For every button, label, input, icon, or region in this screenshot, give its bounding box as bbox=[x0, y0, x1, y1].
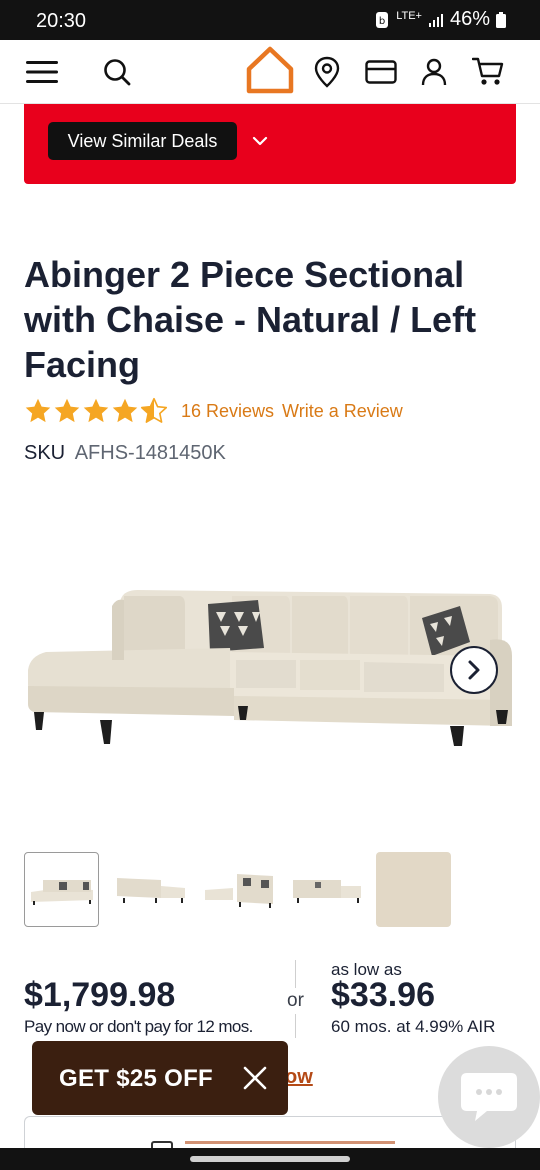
similar-deals-banner: View Similar Deals bbox=[24, 104, 516, 184]
chevron-down-icon[interactable] bbox=[248, 129, 272, 153]
thumbnail-1[interactable] bbox=[24, 852, 99, 927]
star-half-icon bbox=[140, 397, 168, 423]
site-header bbox=[0, 40, 540, 104]
product-image[interactable] bbox=[20, 560, 520, 760]
write-review-link[interactable]: Write a Review bbox=[282, 401, 403, 422]
sku-line: SKU AFHS-1481450K bbox=[24, 442, 226, 465]
thumbnail-strip bbox=[24, 852, 451, 927]
network-label: LTE+ bbox=[396, 10, 422, 22]
close-icon[interactable] bbox=[242, 1065, 268, 1091]
promo-popup[interactable]: GET $25 OFF bbox=[32, 1041, 288, 1115]
chat-button[interactable] bbox=[438, 1046, 540, 1148]
status-time: 20:30 bbox=[36, 10, 87, 32]
star-full-icon bbox=[25, 398, 51, 423]
star-full-icon bbox=[54, 398, 80, 423]
thumbnail-3[interactable] bbox=[200, 852, 275, 927]
rating-row: 16 Reviews Write a Review bbox=[24, 396, 403, 426]
star-full-icon bbox=[83, 398, 109, 423]
partial-link[interactable]: ow bbox=[285, 1066, 313, 1089]
search-icon[interactable] bbox=[97, 52, 137, 92]
home-handle[interactable] bbox=[190, 1156, 350, 1162]
product-title: Abinger 2 Piece Sectional with Chaise - … bbox=[24, 254, 477, 385]
card-link-fragment bbox=[185, 1141, 395, 1144]
battery-percent: 46% bbox=[449, 8, 490, 30]
promo-label: GET $25 OFF bbox=[59, 1065, 214, 1092]
thumbnail-fabric-swatch[interactable] bbox=[376, 852, 451, 927]
svg-text:b: b bbox=[379, 16, 385, 27]
system-nav-bar bbox=[0, 1148, 540, 1170]
chat-icon bbox=[461, 1073, 517, 1121]
battery-icon bbox=[496, 11, 506, 28]
sku-label: SKU bbox=[24, 442, 66, 464]
notification-icon: b bbox=[376, 11, 389, 28]
chevron-right-icon bbox=[468, 660, 480, 680]
credit-card-icon[interactable] bbox=[361, 52, 401, 92]
cart-icon[interactable] bbox=[468, 52, 508, 92]
menu-icon[interactable] bbox=[22, 52, 62, 92]
status-indicators: b LTE+ 46% bbox=[374, 8, 506, 31]
pay-later-note: Pay now or don't pay for 12 mos. bbox=[24, 1017, 253, 1036]
logo-house-icon[interactable] bbox=[244, 44, 296, 96]
star-rating[interactable] bbox=[24, 397, 168, 425]
signal-icon bbox=[428, 13, 443, 27]
location-icon[interactable] bbox=[307, 52, 347, 92]
thumbnail-4[interactable] bbox=[288, 852, 363, 927]
view-similar-deals-button[interactable]: View Similar Deals bbox=[48, 122, 237, 160]
product-price: $1,799.98 bbox=[24, 976, 176, 1014]
account-icon[interactable] bbox=[414, 52, 454, 92]
reviews-link[interactable]: 16 Reviews bbox=[181, 401, 274, 422]
next-image-button[interactable] bbox=[450, 646, 498, 694]
thumbnail-2[interactable] bbox=[112, 852, 187, 927]
status-bar: 20:30 b LTE+ 46% bbox=[0, 0, 540, 40]
or-label: or bbox=[287, 988, 304, 1014]
sku-value: AFHS-1481450K bbox=[74, 442, 226, 464]
monthly-price: $33.96 bbox=[331, 976, 435, 1014]
star-full-icon bbox=[112, 398, 138, 423]
financing-terms: 60 mos. at 4.99% AIR bbox=[331, 1017, 496, 1036]
